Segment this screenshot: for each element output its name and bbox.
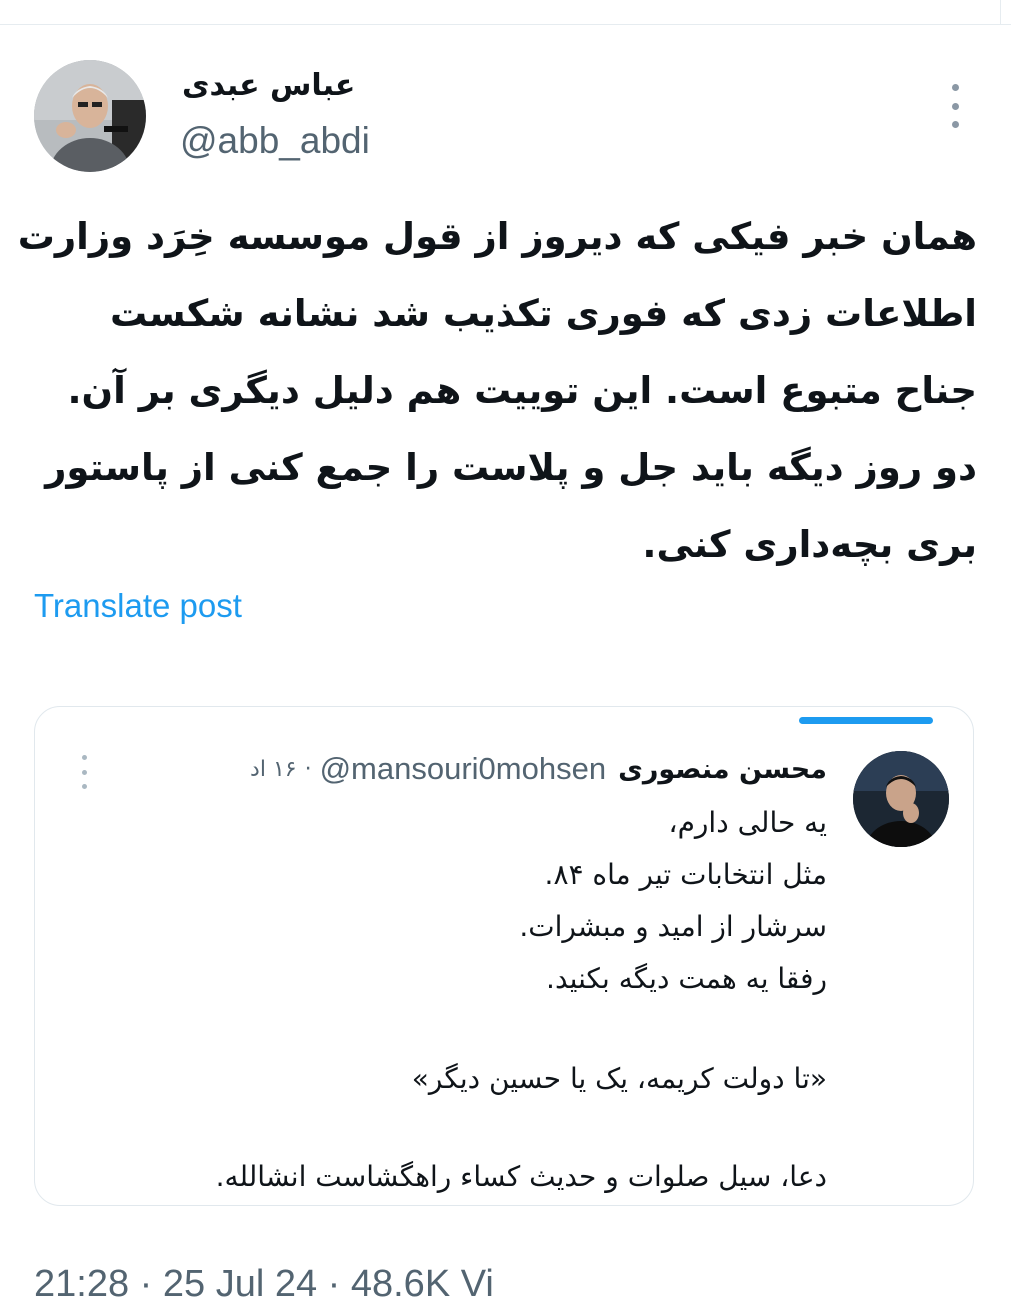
more-dot <box>951 84 959 91</box>
more-dot <box>81 769 87 775</box>
quoted-tweet-card[interactable]: محسن منصوری @mansouri0mohsen · ۱۶ اد یه … <box>34 706 974 1206</box>
quote-accent-bar <box>799 717 933 724</box>
quote-text-line: سرشار از امید و مبشرات. <box>519 910 827 943</box>
quote-author-handle[interactable]: @mansouri0mohsen <box>320 751 607 787</box>
quote-header: محسن منصوری @mansouri0mohsen · ۱۶ اد <box>250 747 827 791</box>
tweet-text: همان خبر فیکی که دیروز از قول موسسه خِرَ… <box>17 198 978 583</box>
author-display-name[interactable]: عباس عبدی <box>182 66 362 106</box>
quote-blank-line <box>67 1105 827 1151</box>
tweet-timestamp-views[interactable]: 21:28 · 25 Jul 24 · 48.6K Vi <box>34 1262 494 1306</box>
quote-text-line: رفقا یه همت دیگه بکنید. <box>546 962 827 995</box>
quote-text-line: مثل انتخابات تیر ماه ۸۴. <box>544 858 827 891</box>
more-dot <box>951 102 959 110</box>
more-dot <box>81 784 87 789</box>
top-divider <box>0 24 1011 25</box>
translate-post-link[interactable]: Translate post <box>34 584 242 628</box>
quote-more-vertical-icon[interactable] <box>77 755 91 789</box>
quote-author-display-name[interactable]: محسن منصوری <box>618 754 827 785</box>
author-avatar-image <box>34 60 146 172</box>
quote-avatar-image <box>853 751 949 847</box>
quote-text: یه حالی دارم، مثل انتخابات تیر ماه ۸۴. س… <box>67 797 827 1203</box>
more-dot <box>81 755 87 760</box>
tweet-text-line: اطلاعات زدی که فوری تکذیب شد نشانه شکست <box>109 292 977 335</box>
quote-author-avatar[interactable] <box>853 751 949 847</box>
more-dot <box>951 121 959 128</box>
quote-separator: · <box>304 756 312 782</box>
tweet-text-line: همان خبر فیکی که دیروز از قول موسسه خِرَ… <box>17 215 977 258</box>
quote-text-line: یه حالی دارم، <box>668 806 827 839</box>
quote-blank-line <box>67 1005 827 1053</box>
quote-timestamp[interactable]: ۱۶ اد <box>250 757 297 782</box>
scrollbar-edge <box>1000 0 1007 24</box>
tweet-text-line: جناح متبوع است. این توییت هم دلیل دیگری … <box>67 369 978 412</box>
more-vertical-icon[interactable] <box>940 84 970 128</box>
author-avatar[interactable] <box>34 60 146 172</box>
author-handle[interactable]: @abb_abdi <box>180 118 370 164</box>
quote-text-line: دعا، سیل صلوات و حدیث کساء راهگشاست انشا… <box>215 1160 827 1193</box>
tweet-text-line: دو روز دیگه باید جل و پلاست را جمع کنی ا… <box>45 446 977 489</box>
tweet-text-line: بری بچه‌داری کنی. <box>642 523 977 566</box>
quote-text-line: «تا دولت کریمه، یک یا حسین دیگر» <box>411 1062 827 1095</box>
